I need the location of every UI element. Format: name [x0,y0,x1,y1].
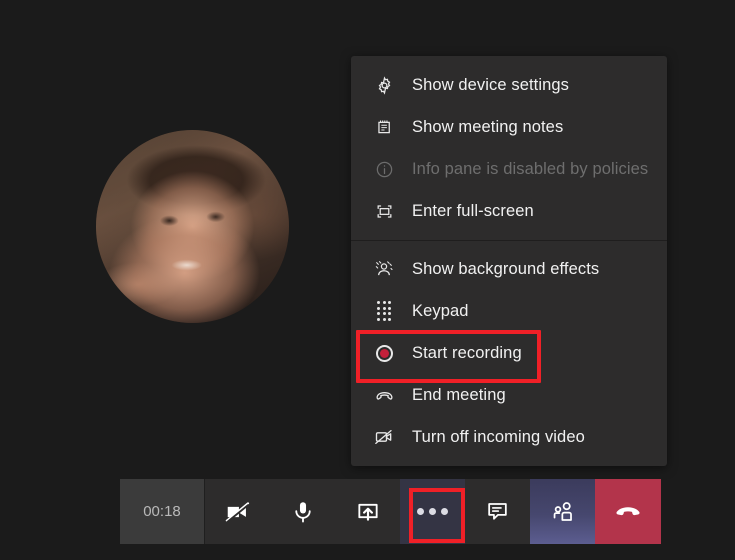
menu-item-start-recording[interactable]: Start recording [351,330,667,383]
more-actions-button[interactable] [400,479,465,544]
hangup-icon [613,497,643,527]
menu-item-end-meeting[interactable]: End meeting [351,374,667,416]
menu-item-label: Start recording [412,343,522,362]
info-circle-icon [373,158,395,180]
more-actions-context-menu[interactable]: Show device settings Show meeting notes [351,56,667,466]
menu-item-label: Turn off incoming video [412,427,585,446]
hangup-button[interactable] [595,479,661,544]
microphone-button[interactable] [270,479,335,544]
background-effects-icon [373,258,395,280]
people-icon [550,499,576,525]
menu-item-label: End meeting [412,385,506,404]
menu-item-label: Show meeting notes [412,117,564,136]
fullscreen-icon [373,200,395,222]
chat-icon [485,499,510,524]
avatar-portrait-image [96,130,289,323]
people-button[interactable] [530,479,595,544]
menu-separator [351,240,667,241]
chat-button[interactable] [465,479,530,544]
menu-item-keypad[interactable]: Keypad [351,290,667,332]
menu-item-label: Keypad [412,301,469,320]
record-icon [373,342,395,364]
call-control-toolbar: 00:18 [120,479,661,544]
participant-avatar [96,130,289,323]
end-call-icon [373,384,395,406]
menu-item-show-device-settings[interactable]: Show device settings [351,64,667,106]
menu-item-show-background-effects[interactable]: Show background effects [351,248,667,290]
menu-item-label: Show background effects [412,259,600,278]
camera-off-button[interactable] [205,479,270,544]
menu-item-show-meeting-notes[interactable]: Show meeting notes [351,106,667,148]
menu-item-label: Info pane is disabled by policies [412,159,649,178]
microphone-icon [290,499,316,525]
menu-group-1: Show device settings Show meeting notes [351,64,667,232]
more-dots-icon [417,508,448,515]
menu-item-label: Show device settings [412,75,570,94]
share-screen-icon [355,499,381,525]
share-screen-button[interactable] [335,479,400,544]
menu-item-info-pane-disabled: Info pane is disabled by policies [351,148,667,190]
menu-item-turn-off-incoming-video[interactable]: Turn off incoming video [351,416,667,458]
keypad-icon [373,300,395,322]
notes-icon [373,116,395,138]
meeting-timer: 00:18 [120,479,205,544]
menu-item-label: Enter full-screen [412,201,534,220]
menu-item-enter-full-screen[interactable]: Enter full-screen [351,190,667,232]
video-off-icon [373,426,395,448]
menu-group-2: Show background effects Keypad Start rec… [351,248,667,458]
gear-icon [373,74,395,96]
camera-off-icon [224,498,252,526]
